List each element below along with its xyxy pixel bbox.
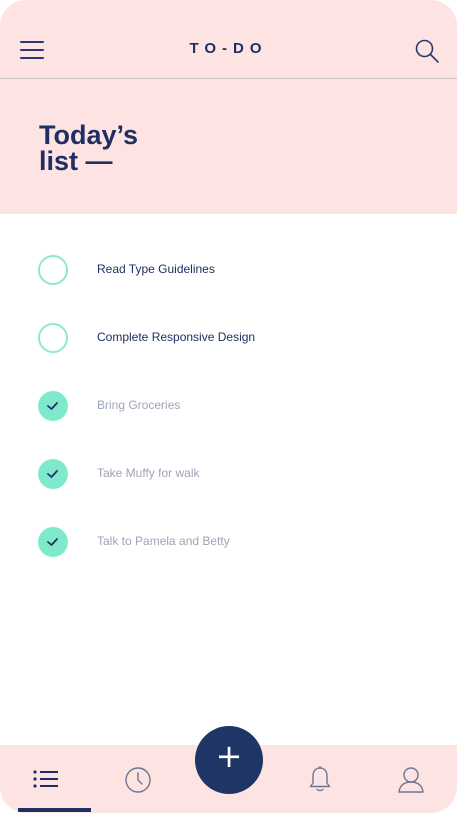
clock-icon[interactable] (124, 766, 152, 799)
page-title-line2: list — (39, 146, 113, 176)
unchecked-circle-icon[interactable] (38, 323, 68, 353)
task-label: Read Type Guidelines (97, 262, 215, 276)
user-icon[interactable] (397, 765, 425, 798)
task-item[interactable]: Read Type Guidelines (0, 249, 457, 289)
task-label: Bring Groceries (97, 398, 181, 412)
checked-circle-icon[interactable] (38, 391, 68, 421)
checkmark-icon (47, 470, 58, 478)
checked-circle-icon[interactable] (38, 527, 68, 557)
task-label: Talk to Pamela and Betty (97, 534, 230, 548)
checked-circle-icon[interactable] (38, 459, 68, 489)
search-icon[interactable] (414, 38, 440, 64)
checkmark-icon (47, 402, 58, 410)
checkmark-icon (47, 538, 58, 546)
add-task-button[interactable]: + (195, 726, 263, 794)
unchecked-circle-icon[interactable] (38, 255, 68, 285)
page-title-line1: Today’s (39, 120, 139, 150)
task-label: Take Muffy for walk (97, 466, 200, 480)
task-item[interactable]: Take Muffy for walk (0, 453, 457, 493)
task-item[interactable]: Talk to Pamela and Betty (0, 521, 457, 561)
phone-screen: TO-DO Today’s list — Read Type Guideline… (0, 0, 457, 813)
top-bar: TO-DO (0, 0, 457, 79)
app-title: TO-DO (189, 40, 268, 57)
list-icon[interactable] (33, 770, 59, 793)
task-label: Complete Responsive Design (97, 330, 256, 344)
task-item[interactable]: Bring Groceries (0, 385, 457, 425)
task-item[interactable]: Complete Responsive Design (0, 317, 457, 357)
plus-icon: + (215, 737, 243, 775)
active-tab-indicator (18, 808, 91, 812)
page-title: Today’s list — (39, 120, 139, 176)
header: TO-DO Today’s list — (0, 0, 457, 214)
bell-icon[interactable] (309, 765, 331, 798)
